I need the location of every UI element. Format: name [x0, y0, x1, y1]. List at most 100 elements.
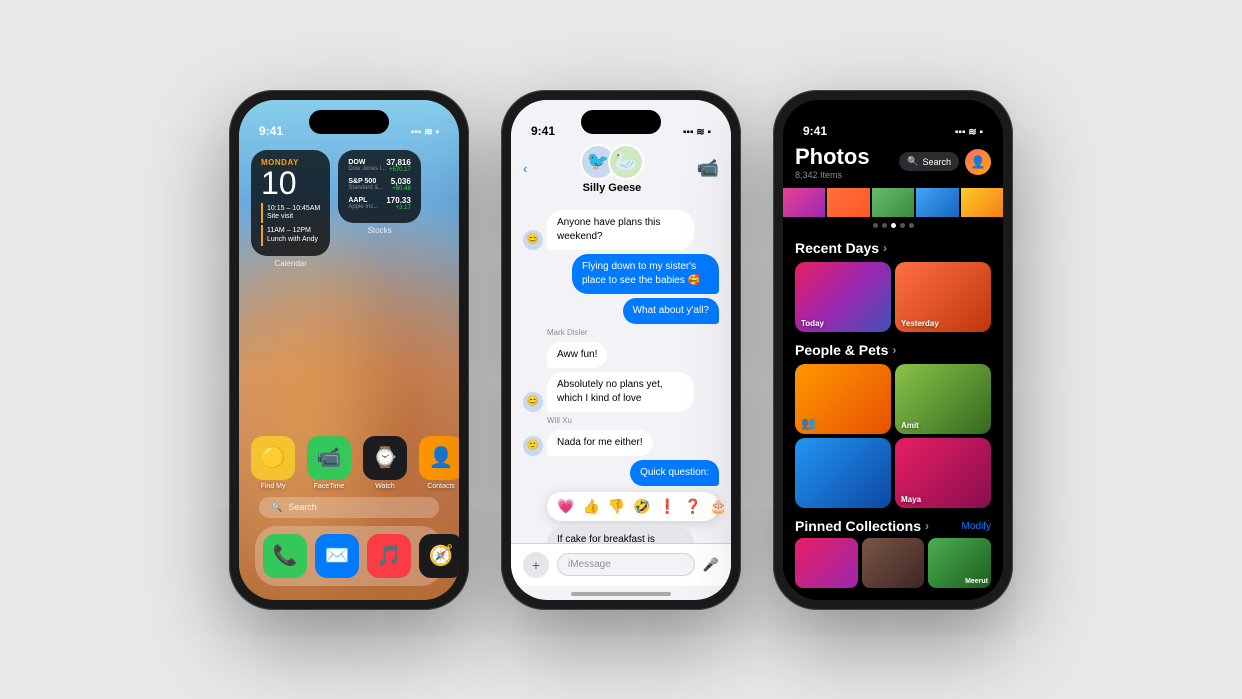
contacts-label: Contacts: [427, 483, 455, 490]
sender-label: Mark Disler: [547, 328, 719, 337]
tapback-heart[interactable]: 💗: [557, 498, 574, 515]
message-bubble: Quick question:: [630, 460, 719, 486]
hero-photo-4: [916, 188, 958, 218]
hero-photo-1: [783, 188, 825, 218]
message-row: 😊 Absolutely no plans yet, which I kind …: [523, 372, 719, 412]
app-icons-row: 🟡 Find My 📹 FaceTime ⌚ Watch 👤 Contacts: [251, 436, 447, 490]
stocks-widget-label: Stocks: [338, 226, 420, 235]
tapback-laugh[interactable]: 🤣: [633, 498, 650, 515]
facetime-label: FaceTime: [314, 483, 345, 490]
mail-icon: ✉️: [315, 534, 359, 578]
tapback-cake[interactable]: 🎂: [710, 498, 727, 515]
tapback-thumbsdown[interactable]: 👎: [608, 498, 625, 515]
person-name-maya: Maya: [901, 495, 921, 504]
person-card-maya[interactable]: Maya: [895, 438, 991, 508]
facetime-icon: 📹: [307, 436, 351, 480]
back-button[interactable]: ‹: [523, 161, 527, 176]
music-app[interactable]: 🎵: [367, 534, 411, 578]
video-call-button[interactable]: 📹: [697, 158, 719, 179]
message-row: 😊 If cake for breakfast is wrong, I don'…: [523, 527, 719, 543]
facetime-app[interactable]: 📹 FaceTime: [307, 436, 351, 490]
photos-title: Photos: [795, 144, 870, 170]
message-row: What about y'all?: [523, 298, 719, 324]
find-my-icon: 🟡: [251, 436, 295, 480]
photos-screen: 9:41 ▪▪▪ ≋ ▪ Photos 8,342 Items 🔍 Search…: [783, 100, 1003, 600]
find-my-app[interactable]: 🟡 Find My: [251, 436, 295, 490]
messages-list: 😊 Anyone have plans this weekend? Flying…: [511, 202, 731, 543]
sender-label: Will Xu: [547, 416, 719, 425]
message-row: Flying down to my sister's place to see …: [523, 254, 719, 294]
sender-avatar: 😊: [523, 392, 543, 412]
home-indicator: [571, 592, 671, 596]
watch-app[interactable]: ⌚ Watch: [363, 436, 407, 490]
pinned-location-label: Meerut: [965, 578, 988, 585]
imessage-input[interactable]: iMessage: [557, 553, 695, 576]
cal-event-1: 10:15 – 10:45AMSite visit: [261, 203, 320, 224]
chevron-icon-2: ›: [892, 343, 896, 357]
phone-app[interactable]: 📞: [263, 534, 307, 578]
recent-days-section: Recent Days › Today Yesterday: [783, 234, 1003, 336]
compass-app[interactable]: 🧭: [419, 534, 459, 578]
recent-days-title: Recent Days ›: [795, 240, 887, 256]
today-card[interactable]: Today: [795, 262, 891, 332]
hero-photo-2: [827, 188, 869, 218]
message-bubble: Aww fun!: [547, 342, 607, 368]
message-row: 😊 Anyone have plans this weekend?: [523, 210, 719, 250]
avatar-2: 🦢: [608, 144, 644, 180]
tapback-exclaim[interactable]: ❗: [659, 498, 676, 515]
search-label: Search: [288, 502, 317, 512]
pinned-collections-title: Pinned Collections ›: [795, 518, 929, 534]
phone-messages: 9:41 ▪▪▪ ≋ ▪ ‹ 🐦 🦢 Silly Geese 📹 😊: [501, 90, 741, 610]
compass-icon: 🧭: [419, 534, 459, 578]
music-icon: 🎵: [367, 534, 411, 578]
phone-photos: 9:41 ▪▪▪ ≋ ▪ Photos 8,342 Items 🔍 Search…: [773, 90, 1013, 610]
group-name: Silly Geese: [580, 182, 644, 194]
stocks-widget[interactable]: DOWDow Jones I... 37,816+570.17 S&P 500S…: [338, 150, 420, 269]
person-card-1[interactable]: 👥: [795, 364, 891, 434]
dock: 📞 ✉️ 🎵 🧭: [255, 526, 443, 586]
message-bubble: Absolutely no plans yet, which I kind of…: [547, 372, 694, 412]
tapback-bar[interactable]: 💗 👍 👎 🤣 ❗ ❓ 🎂 …: [547, 492, 719, 521]
person-card-amit[interactable]: Amit: [895, 364, 991, 434]
tapback-question[interactable]: ❓: [684, 498, 701, 515]
page-indicator: [783, 217, 1003, 234]
pinned-thumb-2[interactable]: [862, 538, 925, 588]
pinned-collections-header: Pinned Collections › Modify: [783, 512, 1003, 538]
tapback-thumbsup[interactable]: 👍: [582, 498, 599, 515]
status-time-2: 9:41: [531, 124, 555, 138]
cal-event-2: 11AM – 12PMLunch with Andy: [261, 225, 320, 246]
dot-2: [882, 223, 887, 228]
modify-button[interactable]: Modify: [962, 521, 991, 532]
message-row: Quick question:: [523, 460, 719, 486]
sender-avatar: 🙂: [523, 436, 543, 456]
message-row: Aww fun!: [523, 342, 719, 368]
dynamic-island-3: [853, 110, 933, 134]
people-pets-grid: 👥 Amit Maya: [795, 364, 991, 508]
dynamic-island-2: [581, 110, 661, 134]
person-card-3[interactable]: [795, 438, 891, 508]
user-avatar[interactable]: 👤: [965, 149, 991, 175]
microphone-button[interactable]: 🎤: [703, 557, 719, 573]
message-row: 🙂 Nada for me either!: [523, 430, 719, 456]
phone-home-screen: 9:41 ▪▪▪ ≋ ▪ MONDAY 10 10:15 – 10:45AMSi…: [229, 90, 469, 610]
pinned-thumb-3[interactable]: Meerut: [928, 538, 991, 588]
status-icons: ▪▪▪ ≋ ▪: [411, 127, 439, 138]
add-attachment-button[interactable]: +: [523, 552, 549, 578]
messages-screen: 9:41 ▪▪▪ ≋ ▪ ‹ 🐦 🦢 Silly Geese 📹 😊: [511, 100, 731, 600]
dynamic-island: [309, 110, 389, 134]
dot-5: [909, 223, 914, 228]
sender-avatar: 😊: [523, 230, 543, 250]
pinned-thumb-1[interactable]: [795, 538, 858, 588]
group-icon: 👥: [801, 416, 816, 430]
yesterday-card[interactable]: Yesterday: [895, 262, 991, 332]
chevron-icon: ›: [883, 241, 887, 255]
status-time: 9:41: [259, 124, 283, 138]
mail-app[interactable]: ✉️: [315, 534, 359, 578]
calendar-widget[interactable]: MONDAY 10 10:15 – 10:45AMSite visit 11AM…: [251, 150, 330, 269]
pinned-strip: Meerut: [783, 538, 1003, 588]
photos-search-button[interactable]: 🔍 Search: [899, 152, 959, 171]
spotlight-search[interactable]: 🔍 Search: [259, 497, 439, 518]
message-input-area: + iMessage 🎤: [511, 543, 731, 586]
search-icon-2: 🔍: [907, 156, 918, 167]
contacts-app[interactable]: 👤 Contacts: [419, 436, 459, 490]
